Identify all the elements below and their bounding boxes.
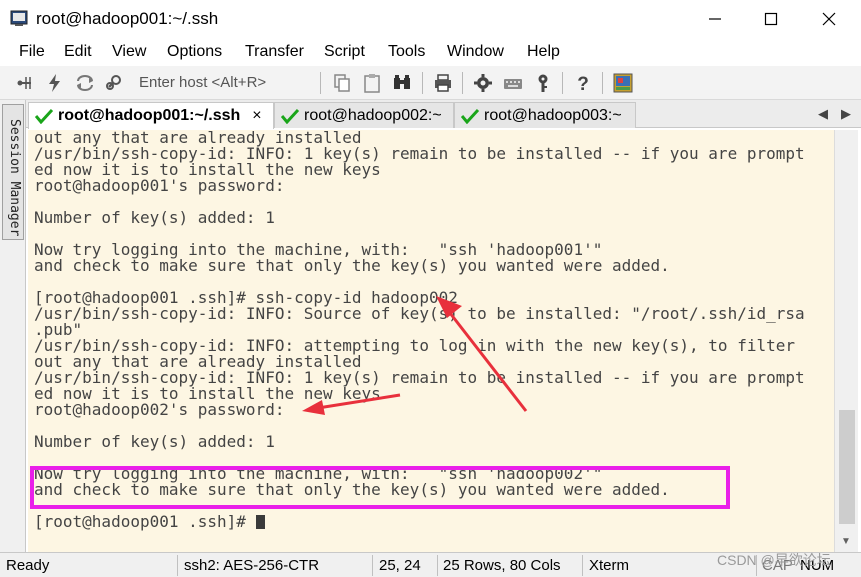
settings-gear-icon[interactable] [473,73,493,93]
tab-hadoop001[interactable]: root@hadoop001:~/.ssh × [28,102,274,129]
terminal-line-text: and check to make sure that only the key… [34,256,670,275]
quick-connect-icon[interactable] [45,73,65,93]
app-icon [10,10,28,26]
menu-file[interactable]: File [19,42,45,62]
menu-window[interactable]: Window [447,42,504,62]
terminal-scrollbar[interactable]: ▼ [834,130,858,552]
menu-tools[interactable]: Tools [388,42,425,62]
key-agent-icon[interactable] [533,73,553,93]
menu-options[interactable]: Options [167,42,222,62]
terminal-line: and check to make sure that only the key… [34,258,670,274]
highlight-annotation-box [30,466,730,509]
window-title: root@hadoop001:~/.ssh [36,9,219,28]
title-bar: root@hadoop001:~/.ssh [0,0,861,38]
tab-hadoop003[interactable]: root@hadoop003:~ [454,102,636,128]
tab-scroll-right-icon[interactable]: ▶ [841,106,851,122]
watermark: CSDN @早欲论坛 [717,552,831,568]
tab-hadoop002[interactable]: root@hadoop002:~ [274,102,454,128]
terminal-line-text: root@hadoop002's password: [34,400,295,419]
minimize-icon [709,18,721,20]
menu-transfer[interactable]: Transfer [245,42,304,62]
maximize-icon [764,12,778,26]
close-icon [822,12,836,26]
status-separator [372,555,373,576]
terminal-line: /usr/bin/ssh-copy-id: INFO: Source of ke… [34,306,805,322]
tab-label: root@hadoop002:~ [304,106,442,124]
menu-edit[interactable]: Edit [64,42,92,62]
terminal-line: [root@hadoop001 .ssh]# [34,514,265,530]
menu-script[interactable]: Script [324,42,365,62]
connect-icon[interactable] [14,73,34,93]
toolbar-separator [602,72,603,94]
menu-help[interactable]: Help [527,42,560,62]
enter-host-field[interactable]: Enter host <Alt+R> [139,74,266,92]
minimize-button[interactable] [686,0,744,38]
toolbar-separator [320,72,321,94]
tab-close-icon[interactable]: × [252,107,261,125]
terminal-line: root@hadoop002's password: [34,402,294,418]
svg-text:?: ? [577,74,589,93]
print-icon[interactable] [433,73,453,93]
terminal-line: root@hadoop001's password: [34,178,294,194]
tab-label: root@hadoop003:~ [484,106,622,124]
maximize-button[interactable] [742,0,800,38]
help-icon[interactable]: ? [573,73,593,93]
status-cursor-position: 25, 24 [379,557,421,574]
copy-icon[interactable] [332,73,352,93]
terminal-line: Number of key(s) added: 1 [34,210,275,226]
status-separator [582,555,583,576]
toolbar: Enter host <Alt+R> ? [0,66,861,100]
disconnect-icon[interactable] [104,73,124,93]
status-ready: Ready [6,557,50,574]
paste-icon[interactable] [362,73,382,93]
keymap-icon[interactable] [503,73,523,93]
close-button[interactable] [800,0,858,38]
toolbar-separator [462,72,463,94]
terminal-line-text: root@hadoop001's password: [34,176,295,195]
menu-view[interactable]: View [112,42,146,62]
toolbar-separator [562,72,563,94]
connected-check-icon [281,108,299,124]
session-manager-bar: Session Manager [0,100,26,552]
terminal-line-text: [root@hadoop001 .ssh]# [34,512,256,531]
find-icon[interactable] [392,73,412,93]
terminal-line-text: Number of key(s) added: 1 [34,432,275,451]
scrollbar-thumb[interactable] [839,410,855,524]
terminal-line-text: /usr/bin/ssh-copy-id: INFO: Source of ke… [34,304,805,323]
connected-check-icon [35,108,53,124]
status-separator [177,555,178,576]
session-manager-tab[interactable]: Session Manager [2,104,24,240]
tab-scroll-left-icon[interactable]: ◀ [818,106,828,122]
scroll-down-icon[interactable]: ▼ [841,536,851,547]
toolbar-separator [422,72,423,94]
status-dimensions: 25 Rows, 80 Cols [443,557,561,574]
status-encryption: ssh2: AES-256-CTR [184,557,320,574]
terminal-line-text: Number of key(s) added: 1 [34,208,275,227]
terminal-line: Number of key(s) added: 1 [34,434,275,450]
tab-label: root@hadoop001:~/.ssh [58,107,241,124]
session-manager-label: Session Manager [7,119,22,237]
status-terminal-type: Xterm [589,557,630,574]
menu-bar: File Edit View Options Transfer Script T… [0,38,861,66]
connected-check-icon [461,108,479,124]
session-tab-strip: root@hadoop001:~/.ssh × root@hadoop002:~… [26,100,861,129]
status-separator [437,555,438,576]
reconnect-icon[interactable] [75,73,95,93]
terminal-cursor [255,515,265,529]
sftp-icon[interactable] [613,73,633,93]
